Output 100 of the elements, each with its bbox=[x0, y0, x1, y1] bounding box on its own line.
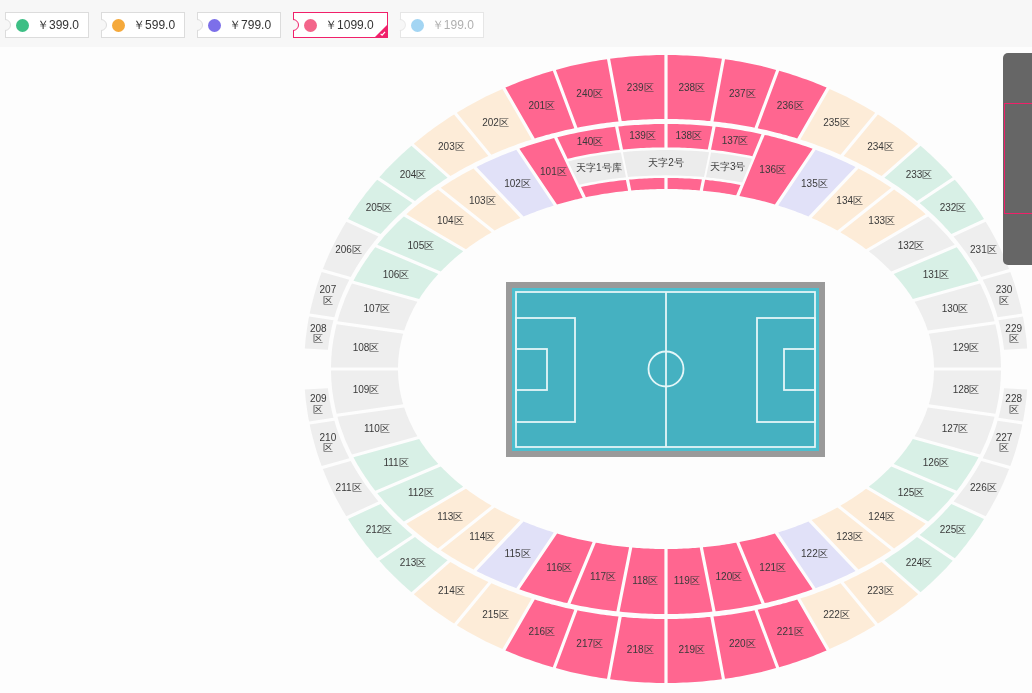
section-label: 106区 bbox=[382, 269, 410, 280]
section-label: 233区 bbox=[905, 169, 933, 181]
section-label: 220区 bbox=[728, 638, 756, 650]
section-strip[interactable] bbox=[667, 178, 702, 191]
seat-section[interactable] bbox=[667, 124, 713, 150]
seat-section[interactable] bbox=[555, 59, 619, 128]
section-label: 139区 bbox=[629, 131, 656, 142]
section-label: 128区 bbox=[952, 384, 980, 396]
section-label: 136区 bbox=[759, 165, 787, 176]
section-label: 216区 bbox=[528, 627, 556, 638]
section-label: 126区 bbox=[922, 458, 950, 469]
seat-section[interactable] bbox=[667, 55, 722, 122]
section-label: 131区 bbox=[922, 269, 950, 280]
section-label: 117区 bbox=[590, 571, 617, 583]
section-label: 130区 bbox=[941, 303, 969, 315]
section-label: 229区 bbox=[1004, 323, 1024, 345]
section-label: 104区 bbox=[436, 215, 464, 226]
section-label: 227区 bbox=[994, 432, 1014, 454]
seat-section[interactable] bbox=[953, 221, 1010, 277]
section-label: 239区 bbox=[626, 82, 654, 94]
seat-section[interactable] bbox=[610, 616, 665, 683]
section-label: 223区 bbox=[867, 585, 894, 597]
section-label: 236区 bbox=[776, 100, 804, 111]
section-label: 218区 bbox=[626, 644, 654, 656]
section-label: 132区 bbox=[897, 240, 925, 251]
section-label: 140区 bbox=[576, 136, 604, 148]
box-label: 天字1号库 bbox=[576, 162, 622, 174]
vip-box-section[interactable] bbox=[706, 152, 752, 183]
seat-section[interactable] bbox=[667, 616, 722, 683]
section-label: 238区 bbox=[678, 82, 706, 94]
seat-section[interactable] bbox=[610, 55, 665, 122]
seat-section[interactable] bbox=[713, 610, 777, 679]
section-label: 215区 bbox=[482, 609, 509, 621]
section-label: 224区 bbox=[905, 557, 933, 569]
section-label: 120区 bbox=[715, 571, 743, 583]
section-label: 237区 bbox=[728, 88, 756, 100]
section-label: 116区 bbox=[546, 562, 573, 573]
section-label: 121区 bbox=[759, 562, 787, 573]
section-label: 115区 bbox=[504, 548, 531, 560]
section-label: 135区 bbox=[801, 178, 828, 190]
seat-section[interactable] bbox=[618, 124, 665, 150]
section-label: 101区 bbox=[540, 166, 567, 178]
section-label: 217区 bbox=[576, 638, 604, 650]
section-strip[interactable] bbox=[581, 179, 629, 198]
section-label: 134区 bbox=[836, 195, 864, 206]
section-label: 133区 bbox=[868, 215, 896, 226]
section-label: 206区 bbox=[335, 245, 362, 256]
section-label: 205区 bbox=[365, 202, 393, 214]
section-label: 138区 bbox=[675, 131, 703, 142]
seat-section[interactable] bbox=[711, 126, 762, 157]
seat-section[interactable] bbox=[702, 542, 762, 612]
section-label: 208区 bbox=[308, 323, 328, 345]
box-label: 天字3号 bbox=[709, 162, 746, 173]
section-label: 210区 bbox=[318, 432, 338, 454]
section-label: 231区 bbox=[970, 245, 997, 256]
box-label: 天字2号 bbox=[648, 157, 684, 168]
section-label: 209区 bbox=[308, 393, 328, 415]
section-label: 228区 bbox=[1004, 393, 1024, 415]
section-label: 103区 bbox=[468, 195, 496, 206]
section-label: 119区 bbox=[673, 575, 700, 587]
section-label: 214区 bbox=[438, 585, 465, 597]
section-label: 225区 bbox=[939, 524, 967, 536]
section-label: 112区 bbox=[407, 487, 434, 498]
section-label: 240区 bbox=[576, 88, 604, 100]
section-label: 201区 bbox=[528, 100, 556, 111]
section-label: 232区 bbox=[939, 202, 967, 214]
section-strip[interactable] bbox=[629, 178, 665, 191]
seat-section[interactable] bbox=[555, 610, 619, 679]
vip-box-section[interactable] bbox=[568, 152, 626, 185]
section-label: 123区 bbox=[836, 532, 864, 543]
section-label: 204区 bbox=[399, 169, 427, 181]
section-label: 226区 bbox=[970, 482, 997, 493]
section-label: 111区 bbox=[383, 458, 409, 469]
section-label: 211区 bbox=[335, 482, 362, 493]
seat-section[interactable] bbox=[667, 547, 713, 614]
section-label: 108区 bbox=[352, 342, 380, 354]
seat-section[interactable] bbox=[619, 547, 665, 614]
seat-section[interactable] bbox=[868, 216, 955, 272]
section-strip[interactable] bbox=[702, 179, 741, 196]
section-label: 203区 bbox=[438, 141, 465, 153]
section-label: 114区 bbox=[469, 532, 496, 543]
section-label: 109区 bbox=[352, 384, 380, 396]
section-label: 221区 bbox=[776, 627, 804, 638]
seat-section[interactable] bbox=[440, 507, 521, 570]
section-label: 234区 bbox=[867, 141, 894, 153]
section-label: 107区 bbox=[363, 303, 391, 315]
section-label: 122区 bbox=[801, 548, 828, 560]
seat-section[interactable] bbox=[570, 542, 630, 612]
section-label: 202区 bbox=[482, 117, 509, 129]
seat-section[interactable] bbox=[713, 59, 777, 128]
section-label: 129区 bbox=[952, 342, 980, 354]
section-label: 230区 bbox=[994, 284, 1014, 306]
section-label: 137区 bbox=[721, 135, 749, 147]
section-label: 113区 bbox=[437, 512, 464, 523]
section-label: 124区 bbox=[868, 512, 896, 523]
section-label: 207区 bbox=[318, 284, 338, 306]
section-label: 212区 bbox=[365, 524, 393, 536]
seat-section[interactable] bbox=[377, 216, 464, 272]
section-label: 235区 bbox=[823, 117, 850, 129]
seat-section[interactable] bbox=[868, 466, 955, 522]
